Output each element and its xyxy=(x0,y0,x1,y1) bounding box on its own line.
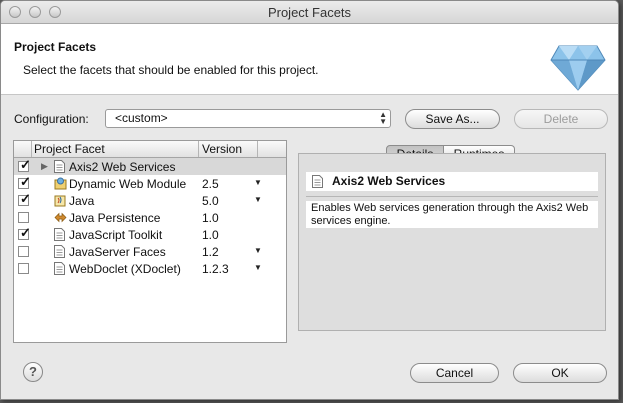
facet-page-icon xyxy=(54,228,67,241)
facet-name: Dynamic Web Module xyxy=(69,177,187,191)
details-title: Axis2 Web Services xyxy=(332,174,446,188)
column-header-version[interactable]: Version xyxy=(202,142,242,156)
details-divider xyxy=(306,196,598,197)
facets-table: Project Facet Version ✓ ▶ Axis2 Web Servic… xyxy=(13,140,287,343)
cancel-button[interactable]: Cancel xyxy=(410,363,499,383)
facet-checkbox[interactable]: ✓ xyxy=(18,174,31,189)
configuration-label: Configuration: xyxy=(14,112,89,126)
help-button[interactable]: ? xyxy=(23,362,43,382)
java-icon xyxy=(54,194,67,207)
column-divider xyxy=(198,141,199,157)
diamond-icon xyxy=(550,45,606,91)
facet-name: Java xyxy=(69,194,95,208)
facet-checkbox[interactable] xyxy=(18,212,29,223)
column-divider xyxy=(257,141,258,157)
details-description-box: Enables Web services generation through … xyxy=(306,201,598,228)
version-dropdown-icon[interactable]: ▼ xyxy=(254,263,262,272)
checkmark-icon: ✓ xyxy=(20,191,31,206)
select-arrows-icon: ▲ ▼ xyxy=(379,110,387,126)
checkmark-icon: ✓ xyxy=(20,174,31,189)
facet-name: JavaScript Toolkit xyxy=(69,228,163,242)
facet-checkbox[interactable]: ✓ xyxy=(18,225,31,240)
facet-page-icon xyxy=(312,175,323,188)
window-title: Project Facets xyxy=(267,5,352,20)
facet-name: Axis2 Web Services xyxy=(69,160,176,174)
table-row[interactable]: ✓ Java 5.0 ▼ xyxy=(14,191,286,209)
column-divider xyxy=(31,141,32,157)
details-description: Enables Web services generation through … xyxy=(311,202,589,227)
checkmark-icon: ✓ xyxy=(20,225,31,240)
table-row[interactable]: ✓ ▶ Axis2 Web Services xyxy=(14,157,286,175)
web-module-icon xyxy=(54,177,67,190)
facet-page-icon xyxy=(54,160,67,173)
ok-button[interactable]: OK xyxy=(513,363,607,383)
expand-triangle-icon[interactable]: ▶ xyxy=(41,161,48,172)
facet-page-icon xyxy=(54,262,67,275)
facet-checkbox[interactable]: ✓ xyxy=(18,191,31,206)
details-title-box: Axis2 Web Services xyxy=(306,172,598,191)
facet-name: JavaServer Faces xyxy=(69,245,166,259)
facet-page-icon xyxy=(54,245,67,258)
version-dropdown-icon[interactable]: ▼ xyxy=(254,246,262,255)
version-dropdown-icon[interactable]: ▼ xyxy=(254,195,262,204)
table-row[interactable]: JavaServer Faces 1.2 ▼ xyxy=(14,243,286,260)
table-row[interactable]: Java Persistence 1.0 xyxy=(14,209,286,226)
configuration-select[interactable]: <custom> ▲ ▼ xyxy=(105,109,391,128)
version-dropdown-icon[interactable]: ▼ xyxy=(254,178,262,187)
table-header: Project Facet Version xyxy=(14,141,286,158)
banner-description: Select the facets that should be enabled… xyxy=(23,63,319,77)
configuration-value: <custom> xyxy=(115,111,168,125)
facet-checkbox[interactable] xyxy=(18,263,29,274)
delete-button[interactable]: Delete xyxy=(514,109,608,129)
facet-name: Java Persistence xyxy=(69,211,161,225)
table-row[interactable]: WebDoclet (XDoclet) 1.2.3 ▼ xyxy=(14,260,286,277)
facet-checkbox[interactable]: ✓ xyxy=(18,157,31,172)
facet-version[interactable]: 2.5 xyxy=(202,177,219,191)
project-facets-dialog: Project Facets Project Facets Select the… xyxy=(0,0,619,400)
facet-checkbox[interactable] xyxy=(18,246,29,257)
checkmark-icon: ✓ xyxy=(20,157,31,172)
save-as-button[interactable]: Save As... xyxy=(405,109,500,129)
banner-title: Project Facets xyxy=(14,40,97,54)
persistence-icon xyxy=(54,211,67,224)
facet-name: WebDoclet (XDoclet) xyxy=(69,262,181,276)
facet-version[interactable]: 5.0 xyxy=(202,194,219,208)
header-banner: Project Facets Select the facets that sh… xyxy=(1,24,618,95)
facet-version[interactable]: 1.0 xyxy=(202,228,219,242)
table-row[interactable]: ✓ Dynamic Web Module 2.5 ▼ xyxy=(14,174,286,192)
table-row[interactable]: ✓ JavaScript Toolkit 1.0 xyxy=(14,225,286,243)
facet-version[interactable]: 1.0 xyxy=(202,211,219,225)
title-bar: Project Facets xyxy=(1,1,618,24)
column-header-facet[interactable]: Project Facet xyxy=(34,142,105,156)
facet-version[interactable]: 1.2.3 xyxy=(202,262,229,276)
facet-version[interactable]: 1.2 xyxy=(202,245,219,259)
